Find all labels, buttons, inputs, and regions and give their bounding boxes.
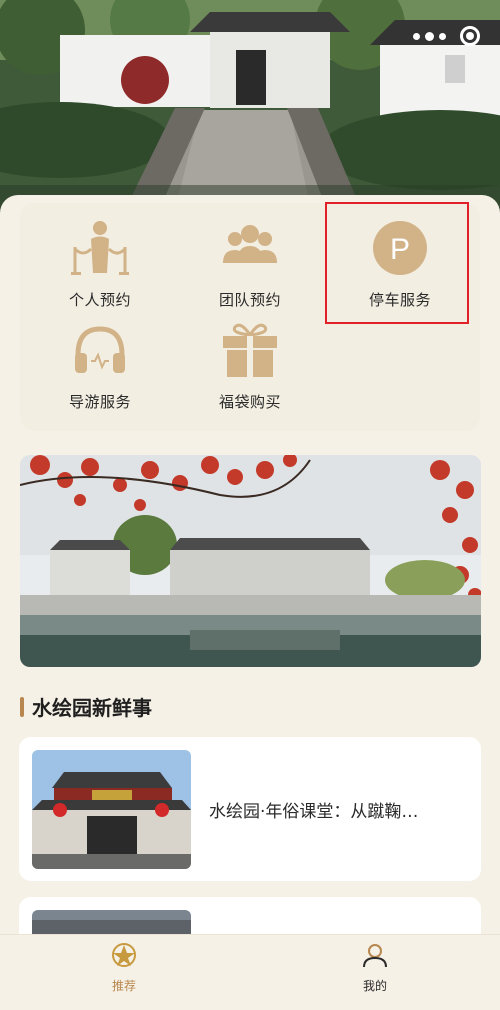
svg-text:P: P <box>390 233 410 266</box>
user-icon <box>361 941 389 973</box>
tab-recommend[interactable]: 推荐 <box>84 941 164 994</box>
section-title: 水绘园新鲜事 <box>32 696 152 720</box>
service-tour-guide[interactable]: 导游服务 <box>25 319 175 419</box>
bottom-tab-bar: 推荐 我的 <box>0 934 500 1010</box>
headphones-icon <box>69 319 131 381</box>
service-label: 团队预约 <box>218 291 281 309</box>
recommend-icon <box>110 941 138 973</box>
group-icon <box>219 217 281 279</box>
service-label: 停车服务 <box>368 291 431 309</box>
service-lucky-bag[interactable]: 福袋购买 <box>175 319 325 419</box>
service-parking[interactable]: P 停车服务 <box>325 217 475 317</box>
service-label: 个人预约 <box>68 291 131 309</box>
service-grid: 个人预约 团队预约 P 停车服务 导游服务 福袋购买 <box>20 203 480 431</box>
close-miniapp-button[interactable] <box>460 26 480 46</box>
promo-banner[interactable] <box>20 455 481 667</box>
person-queue-icon <box>69 217 131 279</box>
service-group-booking[interactable]: 团队预约 <box>175 217 325 317</box>
gift-icon <box>219 319 281 381</box>
tab-label: 我的 <box>362 979 387 993</box>
tab-label: 推荐 <box>111 979 136 993</box>
section-header: 水绘园新鲜事 <box>20 692 152 721</box>
service-personal-booking[interactable]: 个人预约 <box>25 217 175 317</box>
service-label: 福袋购买 <box>218 393 281 411</box>
tab-mine[interactable]: 我的 <box>335 941 415 994</box>
more-menu-button[interactable] <box>413 31 446 41</box>
section-bar <box>20 696 24 717</box>
news-card[interactable]: 水绘园·年俗课堂：从蹴鞠… <box>19 737 481 881</box>
parking-icon: P <box>369 217 431 279</box>
news-thumbnail <box>32 750 191 869</box>
news-title: 水绘园·年俗课堂：从蹴鞠… <box>209 802 419 822</box>
service-label: 导游服务 <box>68 393 131 411</box>
